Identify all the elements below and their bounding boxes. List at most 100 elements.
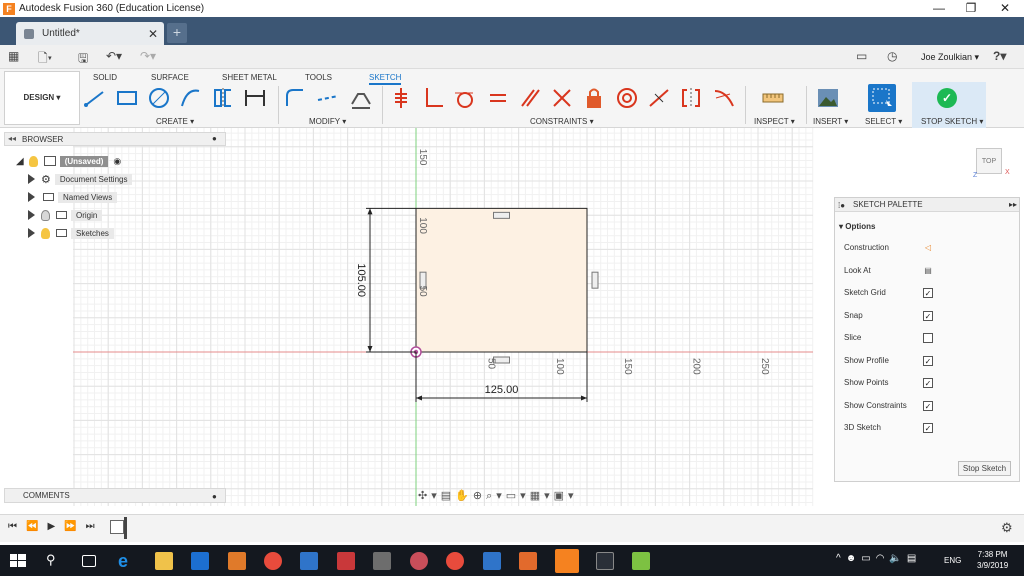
tab-tools[interactable]: TOOLS [305, 73, 332, 82]
mirror-tool-icon[interactable] [211, 86, 235, 110]
chrome-icon[interactable] [446, 552, 464, 570]
tab-sketch[interactable]: SKETCH [369, 73, 402, 85]
group-insert[interactable]: INSERT ▾ [813, 117, 848, 126]
measure-icon[interactable] [761, 86, 785, 110]
volume-icon[interactable]: 🔈 [889, 553, 906, 564]
calculator-icon[interactable] [373, 552, 391, 570]
viewcube-face-top[interactable]: TOP [976, 148, 1002, 174]
group-create[interactable]: CREATE ▾ [156, 117, 194, 126]
timeline-sketch-feature-icon[interactable] [110, 520, 124, 534]
visibility-bulb-icon[interactable] [41, 209, 50, 221]
palette-checkbox-show-constraints[interactable]: ✓ [923, 400, 933, 411]
browser-root[interactable]: ◢ (Unsaved) ◉ [16, 154, 121, 168]
height-dimension-text[interactable]: 105.00 [355, 263, 367, 297]
browser-item-origin[interactable]: Origin [28, 208, 103, 222]
grid-settings-icon[interactable]: ▦▾ [530, 490, 554, 502]
vertical-constraint-icon[interactable] [591, 271, 599, 289]
zoom-window-icon[interactable]: ⌕▾ [486, 490, 506, 502]
fusion360-taskbar-icon[interactable] [555, 549, 579, 573]
app-icon[interactable] [632, 552, 650, 570]
user-menu[interactable]: Joe Zoulkian ▾ [921, 52, 979, 63]
fix-constraint-icon[interactable] [582, 86, 606, 110]
equal-constraint-icon[interactable] [486, 86, 510, 110]
app-icon[interactable] [337, 552, 355, 570]
comments-panel[interactable]: COMMENTS ● [4, 488, 226, 503]
group-modify[interactable]: MODIFY ▾ [309, 117, 346, 126]
checkmark-icon[interactable]: ✓ [937, 88, 957, 108]
browser-panel-header[interactable]: ◂◂ BROWSER ● [4, 132, 226, 146]
horizontal-vertical-constraint-icon[interactable] [389, 86, 413, 110]
zoom-icon[interactable]: ⊕ [473, 490, 486, 502]
symmetry-constraint-icon[interactable] [679, 86, 703, 110]
rectangle-tool-icon[interactable] [115, 86, 139, 110]
play-icon[interactable]: ▶ [47, 521, 64, 532]
timeline-marker[interactable] [124, 517, 127, 539]
arc-tool-icon[interactable] [179, 86, 203, 110]
wifi-icon[interactable]: ◠ [876, 553, 890, 564]
select-tool-icon[interactable] [868, 84, 896, 112]
maximize-icon[interactable]: ❐ [954, 0, 988, 17]
minimize-icon[interactable]: — [922, 0, 956, 17]
tab-sheet-metal[interactable]: SHEET METAL [222, 73, 277, 82]
photos-icon[interactable] [596, 552, 614, 570]
step-back-icon[interactable]: ⏪ [26, 521, 47, 532]
expand-arrow-icon[interactable] [28, 210, 35, 220]
group-stop-sketch[interactable]: STOP SKETCH ▾ [921, 117, 983, 126]
windows-start-icon[interactable] [9, 552, 27, 570]
tray-overflow-icon[interactable]: ^ [836, 553, 846, 564]
expand-arrow-icon[interactable]: ◢ [16, 156, 24, 167]
battery-icon[interactable]: ▭ [861, 553, 875, 564]
workspace-switcher[interactable]: DESIGN ▾ [4, 71, 80, 125]
dimension-tool-icon[interactable] [243, 86, 267, 110]
viewcube[interactable]: TOP Z X [972, 144, 1010, 179]
palette-checkbox-snap[interactable]: ✓ [923, 310, 933, 321]
expand-arrow-icon[interactable] [28, 228, 35, 238]
action-center-icon[interactable]: ▤ [907, 553, 921, 564]
pan-icon[interactable]: ✋ [455, 490, 473, 502]
expand-arrow-icon[interactable] [28, 192, 35, 202]
go-to-start-icon[interactable]: ⏮ [8, 521, 26, 532]
look-at-icon[interactable]: ▤ [441, 490, 455, 502]
group-select[interactable]: SELECT ▾ [865, 117, 902, 126]
word-icon[interactable] [483, 552, 501, 570]
visibility-bulb-icon[interactable] [28, 155, 38, 167]
data-panel-grid-icon[interactable]: ▦ [8, 49, 19, 65]
orbit-icon[interactable]: ✣▾ [418, 490, 441, 502]
palette-checkbox-3d-sketch[interactable]: ✓ [923, 423, 933, 433]
save-icon[interactable]: 🖫 [78, 49, 88, 65]
insert-image-icon[interactable] [816, 86, 840, 110]
tab-solid[interactable]: SOLID [93, 73, 117, 82]
task-view-icon[interactable] [82, 555, 96, 567]
activate-icon[interactable]: ◉ [113, 156, 121, 167]
collapse-browser-icon[interactable]: ◂◂ [8, 134, 16, 143]
construction-icon[interactable]: ◁ [923, 243, 933, 253]
expand-arrow-icon[interactable] [28, 174, 35, 184]
browser-item-sketches[interactable]: Sketches [28, 226, 114, 240]
media-player-icon[interactable] [228, 552, 246, 570]
group-constraints[interactable]: CONSTRAINTS ▾ [530, 117, 594, 126]
step-forward-icon[interactable]: ⏩ [64, 521, 85, 532]
people-icon[interactable]: ☻ [846, 553, 862, 564]
palette-header[interactable]: ⁞● SKETCH PALETTE ▸▸ [835, 198, 1019, 212]
display-settings-icon[interactable]: ▭▾ [506, 490, 530, 502]
tab-surface[interactable]: SURFACE [151, 73, 189, 82]
go-to-end-icon[interactable]: ⏭ [86, 521, 104, 532]
circle-tool-icon[interactable] [147, 86, 171, 110]
document-tab[interactable]: Untitled* ✕ [16, 22, 164, 45]
redo-icon[interactable]: ↷▾ [140, 49, 156, 65]
palette-checkbox-show-profile[interactable]: ✓ [923, 355, 933, 366]
pdf-icon[interactable] [519, 552, 537, 570]
file-explorer-icon[interactable] [155, 552, 173, 570]
width-dimension-text[interactable]: 125.00 [485, 384, 519, 396]
concentric-constraint-icon[interactable] [615, 86, 639, 110]
browser-options-icon[interactable]: ● [212, 134, 217, 143]
undo-icon[interactable]: ↶▾ [106, 49, 122, 65]
new-tab-button[interactable]: + [167, 23, 187, 43]
palette-checkbox-show-points[interactable]: ✓ [923, 378, 933, 388]
options-section[interactable]: ▾ Options [839, 222, 875, 231]
app-icon[interactable] [300, 552, 318, 570]
clock[interactable]: 7:38 PM 3/9/2019 [977, 549, 1008, 571]
job-status-icon[interactable]: ◷ [887, 49, 897, 65]
edge-icon[interactable]: e [118, 552, 136, 570]
notification-icon[interactable]: ▭ [856, 49, 867, 65]
